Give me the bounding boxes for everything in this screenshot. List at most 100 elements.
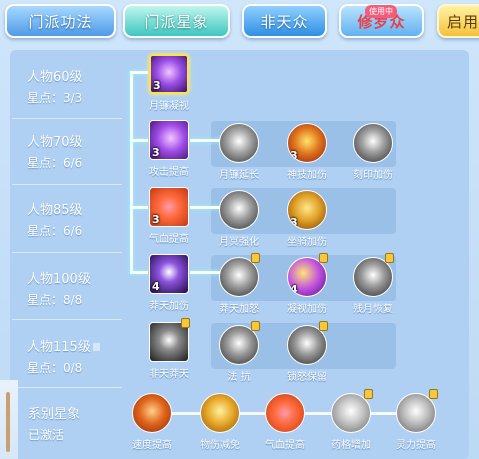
mangtian-damage-icon: 4 — [149, 254, 189, 294]
star-node[interactable]: 月镰延长 — [215, 123, 263, 181]
lock-icon — [181, 318, 190, 328]
physical-reduce-icon — [200, 393, 240, 433]
attack-up-icon: 3 — [149, 120, 189, 160]
series-title: 系别星象 — [28, 407, 81, 422]
row-label: 人物115级 星点：0/8 — [27, 336, 127, 376]
lock-icon — [319, 321, 328, 331]
series-node[interactable]: 气血提高 — [260, 393, 310, 451]
star-node[interactable]: 3 攻击提高 — [145, 120, 193, 178]
tab-bar: 门派功法 门派星象 非天众 修罗众 使用中 启用 — [0, 0, 479, 46]
series-node[interactable]: 物伤减免 — [195, 393, 245, 451]
star-node[interactable]: 3 神技加伤 — [283, 123, 331, 181]
seal-damage-icon — [353, 123, 393, 163]
node-label: 月冥强化 — [219, 237, 259, 248]
hp-up-icon — [265, 393, 305, 433]
row-label: 人物100级 星点：8/8 — [27, 268, 127, 308]
node-label: 月镰凝视 — [149, 101, 189, 112]
row-level: 人物100级 — [27, 272, 91, 287]
divider — [12, 319, 122, 320]
node-label: 残月恢复 — [353, 304, 393, 315]
series-status: 已激活 — [28, 428, 65, 442]
node-label: 锁怒保留 — [287, 372, 327, 383]
row-label: 人物85级 星点：6/6 — [27, 199, 127, 239]
star-node[interactable]: 3 坐骑加伤 — [283, 190, 331, 248]
star-node[interactable]: 法 抗 — [215, 321, 263, 383]
node-label: 月镰延长 — [219, 170, 259, 181]
hp-up-icon: 3 — [149, 187, 189, 227]
series-item-label: 药格增加 — [331, 440, 371, 451]
tab-sect-stars[interactable]: 门派星象 — [123, 4, 230, 38]
star-node[interactable]: 残月恢复 — [349, 253, 397, 315]
star-node[interactable]: 锁怒保留 — [283, 321, 331, 383]
rage-keep-icon — [287, 325, 327, 365]
in-use-badge: 使用中 — [365, 5, 397, 18]
enable-button[interactable]: 启用 — [437, 4, 479, 38]
star-node[interactable]: 刻印加伤 — [349, 123, 397, 181]
row-level: 人物85级 — [27, 203, 83, 218]
magic-resist-icon — [219, 325, 259, 365]
star-node[interactable]: 4 莽天加伤 — [145, 254, 193, 312]
mount-damage-icon: 3 — [287, 190, 327, 230]
series-node[interactable]: 速度提高 — [127, 393, 177, 451]
star-node[interactable]: 莽天加怒 — [215, 253, 263, 315]
node-label: 非天莽天 — [149, 369, 189, 380]
row-label: 人物60级 星点：3/3 — [27, 66, 127, 106]
star-node[interactable]: 非天莽天 — [145, 318, 193, 380]
node-label: 神技加伤 — [287, 170, 327, 181]
lock-icon — [251, 253, 260, 263]
node-label: 莽天加怒 — [219, 304, 259, 315]
series-item-label: 灵力提高 — [396, 440, 436, 451]
gaze-damage-icon: 4 — [287, 257, 327, 297]
potion-slot-icon — [331, 393, 371, 433]
star-node[interactable]: 4 凝视加伤 — [283, 253, 331, 315]
series-node[interactable]: 灵力提高 — [391, 389, 441, 451]
lock-icon — [319, 253, 328, 263]
row-points: 星点：6/6 — [27, 156, 83, 170]
divider — [12, 184, 122, 185]
moon-dark-boost-icon — [219, 190, 259, 230]
node-label: 气血提高 — [149, 234, 189, 245]
row-points: 星点：8/8 — [27, 293, 83, 307]
mangtian-rage-icon — [219, 257, 259, 297]
node-label: 莽天加伤 — [149, 301, 189, 312]
row-points: 星点：3/3 — [27, 91, 83, 105]
row-level: 人物70级 — [27, 135, 83, 150]
star-node[interactable]: 月冥强化 — [215, 190, 263, 248]
star-node[interactable]: 3 月镰凝视 — [145, 54, 193, 112]
node-label: 坐骑加伤 — [287, 237, 327, 248]
series-item-label: 气血提高 — [265, 440, 305, 451]
sickle-extend-icon — [219, 123, 259, 163]
waning-moon-recover-icon — [353, 257, 393, 297]
tree-connector — [130, 71, 133, 273]
series-node[interactable]: 药格增加 — [326, 389, 376, 451]
row-level: 人物115级 — [27, 336, 127, 355]
lock-icon — [364, 389, 373, 399]
node-label: 刻印加伤 — [353, 170, 393, 181]
background-decoration — [6, 392, 10, 452]
lock-icon — [92, 343, 100, 351]
row-level: 人物60级 — [27, 70, 83, 85]
series-item-label: 物伤减免 — [200, 440, 240, 451]
row-points: 星点：0/8 — [27, 361, 83, 375]
star-node[interactable]: 3 气血提高 — [145, 187, 193, 245]
divider — [12, 387, 122, 388]
speed-up-icon — [132, 393, 172, 433]
row-label: 人物70级 星点：6/6 — [27, 131, 127, 171]
node-label: 凝视加伤 — [287, 304, 327, 315]
series-item-label: 速度提高 — [132, 440, 172, 451]
divider — [12, 118, 122, 119]
node-label: 攻击提高 — [149, 167, 189, 178]
divider — [12, 252, 122, 253]
series-label: 系别星象 已激活 — [28, 403, 80, 443]
divine-skill-damage-icon: 3 — [287, 123, 327, 163]
row-points: 星点：6/6 — [27, 224, 83, 238]
lock-icon — [429, 389, 438, 399]
feitian-mangtian-icon — [149, 322, 189, 362]
lock-icon — [385, 253, 394, 263]
spirit-up-icon — [396, 393, 436, 433]
node-label: 法 抗 — [227, 372, 251, 383]
moon-sickle-gaze-icon: 3 — [149, 54, 189, 94]
tab-feitian[interactable]: 非天众 — [242, 4, 327, 38]
lock-icon — [251, 321, 260, 331]
tab-sect-skills[interactable]: 门派功法 — [5, 4, 116, 38]
